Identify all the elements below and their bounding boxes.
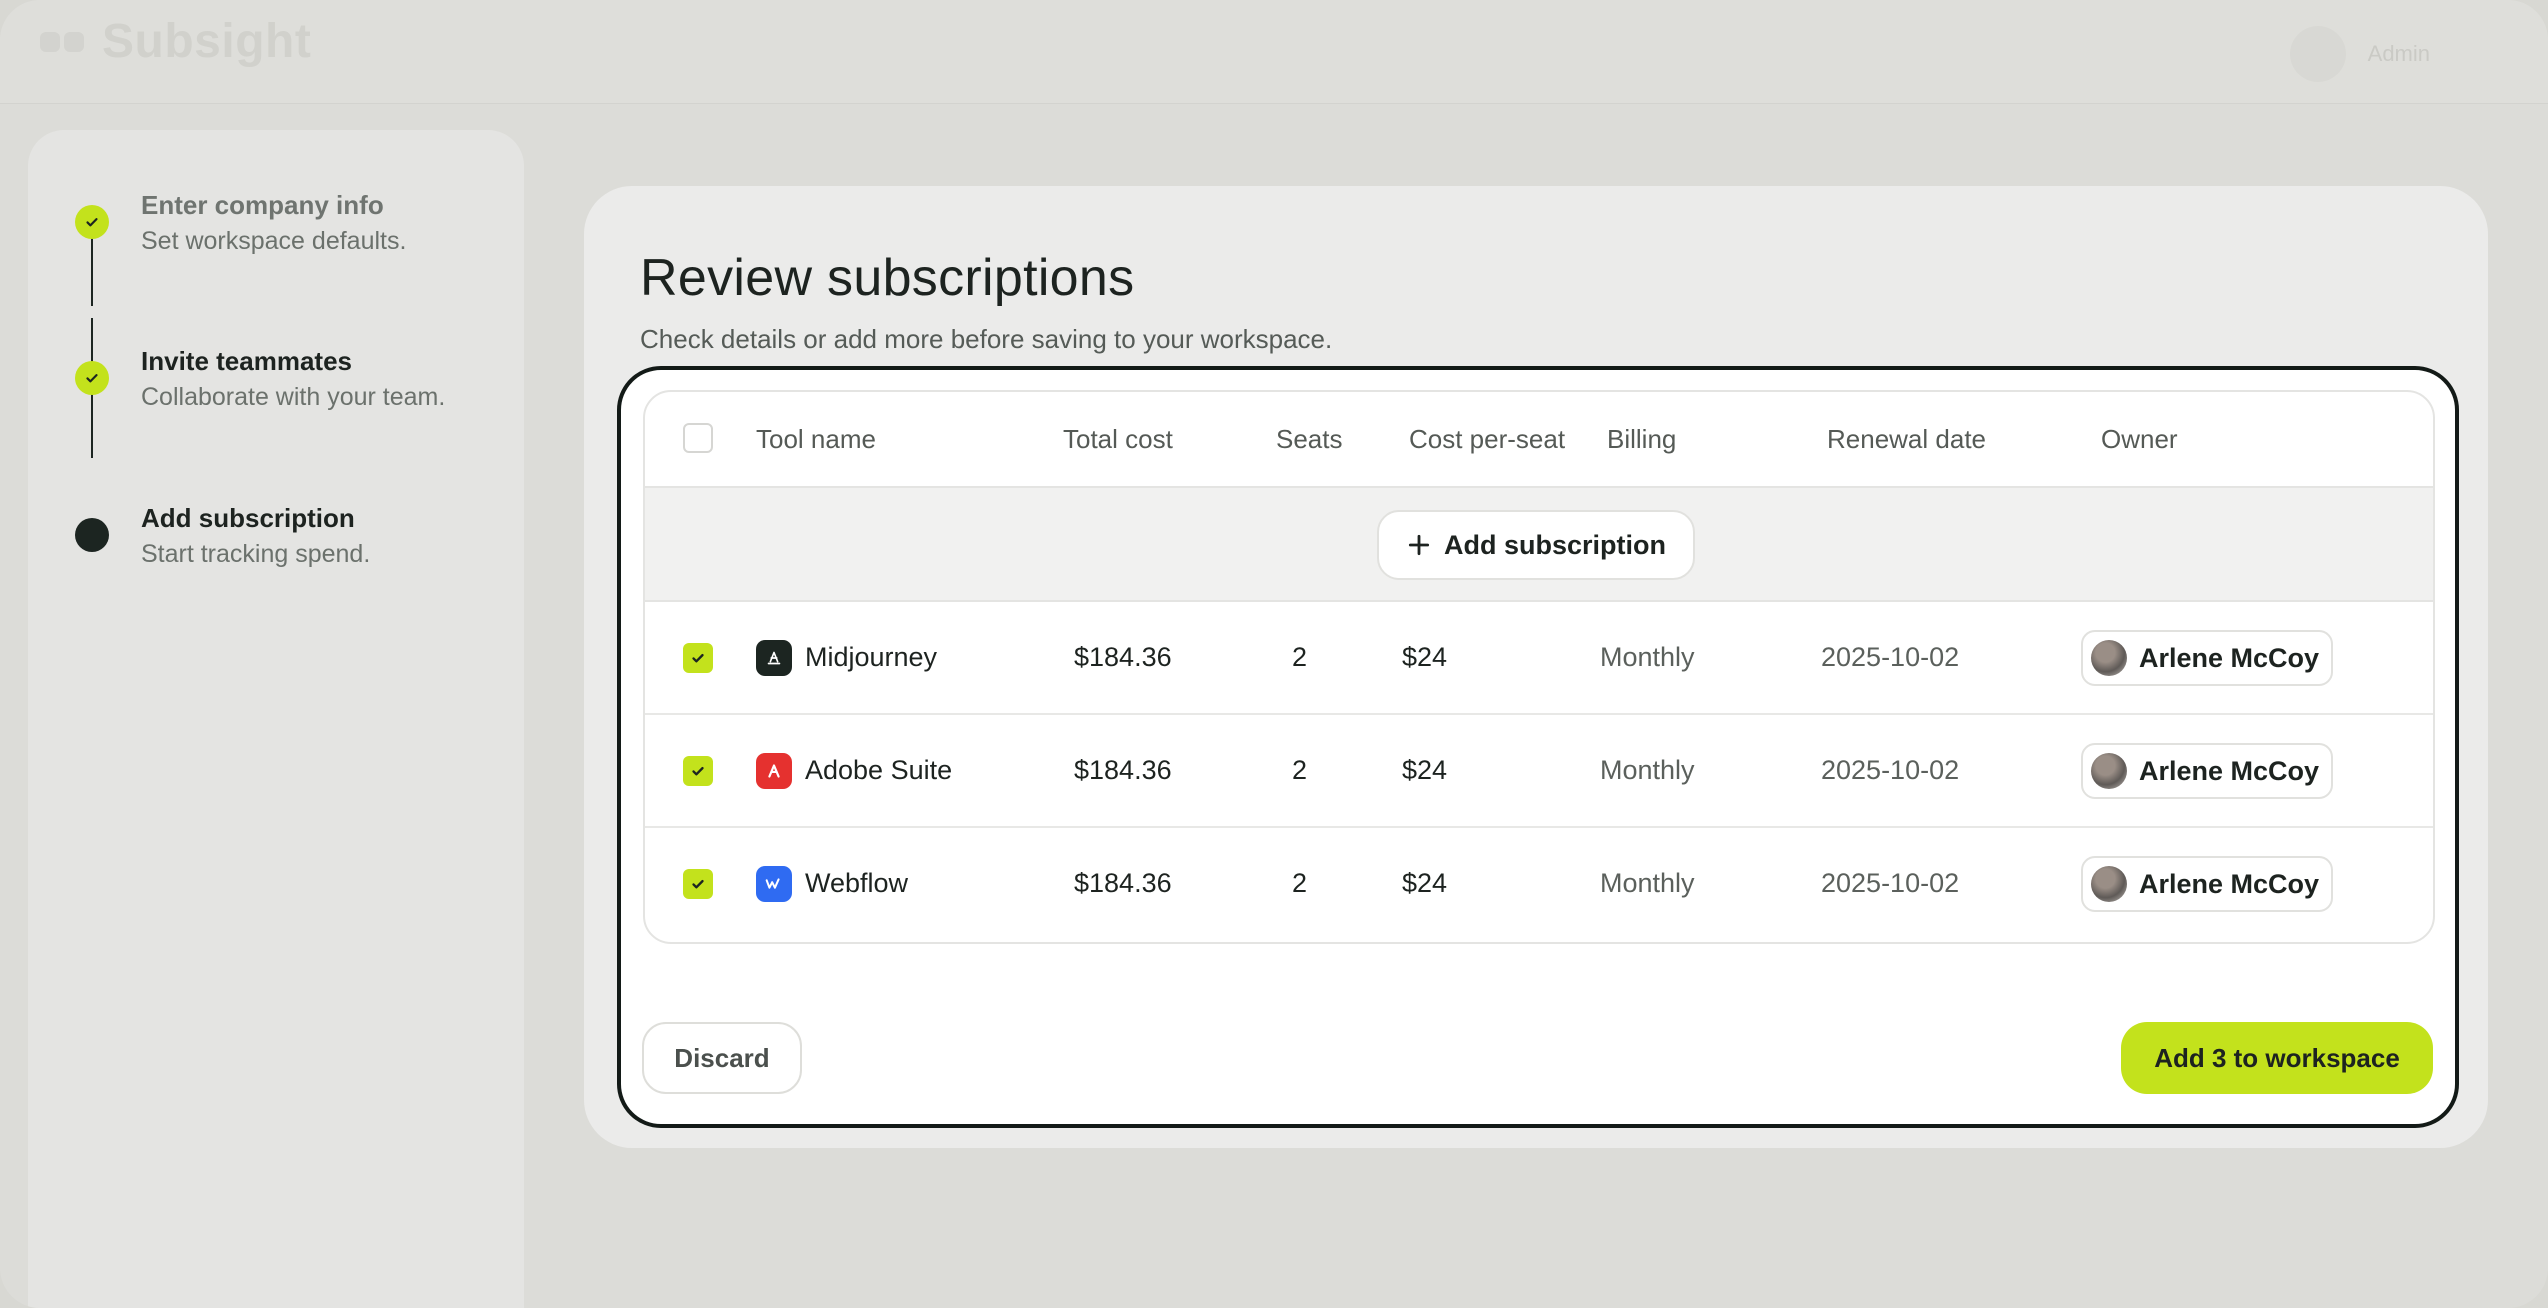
brand: Subsight (40, 14, 311, 69)
owner-chip[interactable]: Arlene McCoy (2081, 743, 2333, 799)
billing: Monthly (1600, 868, 1695, 898)
onboarding-stepper: Enter company info Set workspace default… (28, 130, 524, 1308)
owner-name: Arlene McCoy (2139, 868, 2320, 899)
brand-logo-icon (40, 18, 88, 66)
total-cost: $184.36 (1074, 755, 1172, 785)
column-header-cost-per-seat[interactable]: Cost per-seat (1409, 424, 1565, 455)
user-menu[interactable]: Admin (2289, 26, 2430, 82)
column-header-total-cost[interactable]: Total cost (1063, 424, 1173, 455)
seats: 2 (1292, 755, 1308, 785)
tool-name: Midjourney (805, 642, 938, 672)
owner-chip[interactable]: Arlene McCoy (2081, 856, 2333, 912)
step-subtitle: Collaborate with your team. (141, 383, 446, 411)
step-invite-teammates: Invite teammates Collaborate with your t… (28, 346, 524, 436)
step-subtitle: Start tracking spend. (141, 540, 371, 568)
review-panel: Tool name Total cost Seats Cost per-seat… (617, 366, 2459, 1128)
renewal-date: 2025-10-02 (1821, 642, 1960, 672)
column-header-billing[interactable]: Billing (1607, 424, 1676, 455)
column-header-tool-name[interactable]: Tool name (756, 424, 876, 455)
page-title: Review subscriptions (640, 249, 1135, 307)
avatar (2091, 753, 2127, 789)
check-icon (75, 361, 109, 395)
discard-button[interactable]: Discard (642, 1022, 802, 1094)
page-subtitle: Check details or add more before saving … (640, 324, 1333, 354)
seats: 2 (1292, 868, 1308, 898)
main-card: Review subscriptions Check details or ad… (584, 186, 2488, 1148)
webflow-icon (756, 866, 792, 902)
select-all-checkbox[interactable] (683, 423, 713, 453)
billing: Monthly (1600, 642, 1695, 672)
add-subscription-label: Add subscription (1444, 529, 1666, 560)
renewal-date: 2025-10-02 (1821, 868, 1960, 898)
row-checkbox[interactable] (683, 869, 713, 899)
total-cost: $184.36 (1074, 642, 1172, 672)
cost-per-seat: $24 (1402, 755, 1448, 785)
brand-name: Subsight (102, 15, 312, 68)
midjourney-icon (756, 640, 792, 676)
owner-name: Arlene McCoy (2139, 642, 2320, 673)
cost-per-seat: $24 (1402, 868, 1448, 898)
table-row[interactable]: Midjourney $184.36 2 $24 Monthly 2025-10… (645, 602, 2433, 715)
add-to-workspace-button[interactable]: Add 3 to workspace (2121, 1022, 2433, 1094)
column-header-renewal-date[interactable]: Renewal date (1827, 424, 1986, 455)
add-subscription-button[interactable]: Add subscription (1377, 510, 1695, 580)
cost-per-seat: $24 (1402, 642, 1448, 672)
row-checkbox[interactable] (683, 756, 713, 786)
step-subtitle: Set workspace defaults. (141, 227, 407, 255)
step-add-subscription: Add subscription Start tracking spend. (28, 503, 524, 593)
current-step-icon (75, 518, 109, 552)
avatar (2289, 26, 2346, 82)
row-checkbox[interactable] (683, 643, 713, 673)
user-label: Admin (2367, 41, 2430, 66)
seats: 2 (1292, 642, 1308, 672)
step-title: Enter company info (141, 190, 384, 220)
add-subscription-row: Add subscription (645, 488, 2433, 602)
avatar (2091, 866, 2127, 902)
table-row[interactable]: Webflow $184.36 2 $24 Monthly 2025-10-02… (645, 828, 2433, 941)
top-bar: Subsight Admin (0, 0, 2548, 104)
billing: Monthly (1600, 755, 1695, 785)
plus-icon (1408, 534, 1430, 556)
owner-name: Arlene McCoy (2139, 755, 2320, 786)
step-title: Invite teammates (141, 346, 352, 376)
column-header-seats[interactable]: Seats (1276, 424, 1343, 455)
table-header: Tool name Total cost Seats Cost per-seat… (645, 392, 2433, 488)
step-title: Add subscription (141, 503, 355, 533)
app-window: Subsight Admin Enter company info Set wo… (0, 0, 2548, 1308)
adobe-icon (756, 753, 792, 789)
subscriptions-table: Tool name Total cost Seats Cost per-seat… (643, 390, 2435, 944)
avatar (2091, 640, 2127, 676)
check-icon (75, 205, 109, 239)
total-cost: $184.36 (1074, 868, 1172, 898)
table-row[interactable]: Adobe Suite $184.36 2 $24 Monthly 2025-1… (645, 715, 2433, 828)
renewal-date: 2025-10-02 (1821, 755, 1960, 785)
owner-chip[interactable]: Arlene McCoy (2081, 630, 2333, 686)
step-company-info: Enter company info Set workspace default… (28, 190, 524, 280)
column-header-owner[interactable]: Owner (2101, 424, 2178, 455)
tool-name: Adobe Suite (805, 755, 953, 785)
tool-name: Webflow (805, 868, 909, 898)
